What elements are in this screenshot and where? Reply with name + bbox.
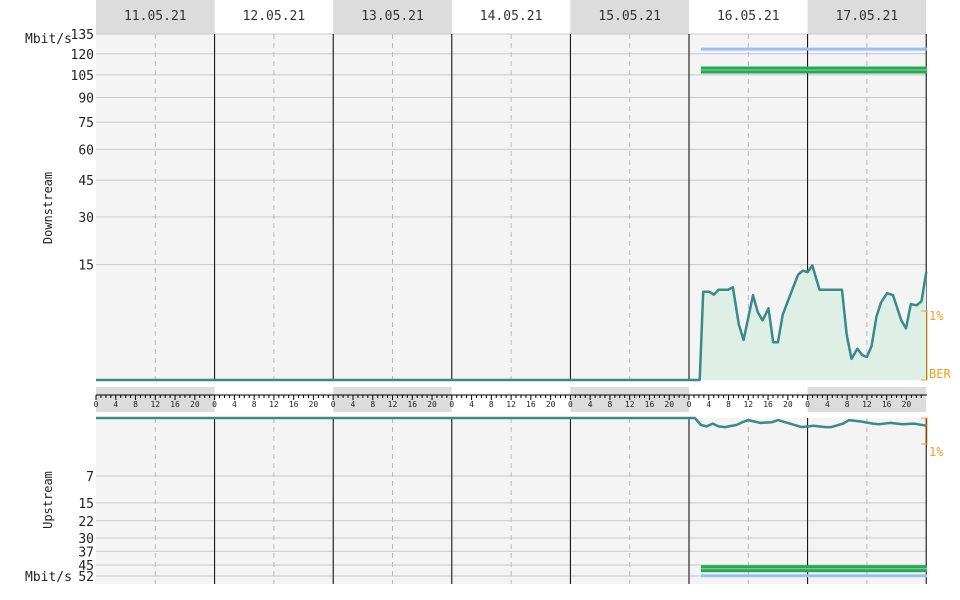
ber-top-percent-label: 1% [929,309,944,323]
hour-tick-label: 8 [608,400,613,409]
hour-tick-label: 16 [407,400,417,409]
upstream-tick-label: 7 [86,470,94,485]
downstream-tick-label: 75 [78,116,94,131]
hour-tick-label: 16 [882,400,892,409]
date-label: 16.05.21 [717,9,780,24]
hour-tick-label: 0 [94,400,99,409]
hour-tick-label: 8 [133,400,138,409]
date-label: 13.05.21 [361,9,424,24]
hour-tick-label: 20 [546,400,556,409]
hour-tick-label: 8 [370,400,375,409]
downstream-tick-label: 90 [78,91,94,106]
hour-tick-label: 4 [706,400,711,409]
hour-tick-label: 12 [743,400,753,409]
unit-label-top: Mbit/s [25,32,72,47]
ber-label: BER [929,367,951,381]
upstream-axis-title: Upstream [41,471,55,529]
hour-tick-label: 16 [289,400,299,409]
downstream-tick-label: 135 [71,28,94,43]
downstream-tick-label: 30 [78,211,94,226]
date-label: 17.05.21 [836,9,899,24]
hour-tick-label: 4 [825,400,830,409]
day-labels: 11.05.21 12.05.21 13.05.21 14.05.21 15.05.21… [124,9,898,24]
hour-tick-label: 8 [489,400,494,409]
hour-tick-label: 8 [726,400,731,409]
hour-tick-label: 16 [645,400,655,409]
hour-tick-label: 0 [449,400,454,409]
date-label: 15.05.21 [598,9,661,24]
hour-tick-label: 8 [252,400,257,409]
downstream-tick-label: 60 [78,143,94,158]
downstream-axis-title: Downstream [41,172,55,244]
upstream-tick-label: 15 [78,497,94,512]
unit-label-bottom: Mbit/s [25,570,72,585]
hour-tick-label: 12 [625,400,635,409]
hour-tick-label: 4 [351,400,356,409]
hour-tick-label: 12 [269,400,279,409]
date-label: 11.05.21 [124,9,187,24]
hour-tick-label: 20 [309,400,319,409]
downstream-tick-label: 105 [71,69,94,84]
hour-tick-label: 20 [783,400,793,409]
hour-tick-label: 12 [150,400,160,409]
downstream-tick-label: 15 [78,259,94,274]
date-label: 12.05.21 [243,9,306,24]
hour-tick-label: 20 [902,400,912,409]
hour-tick-label: 8 [845,400,850,409]
hour-tick-label: 4 [113,400,118,409]
hour-tick-label: 20 [664,400,674,409]
hour-tick-label: 4 [232,400,237,409]
hour-tick-label: 0 [687,400,692,409]
downstream-tick-label: 45 [78,174,94,189]
downstream-tick-label: 120 [71,48,94,63]
upstream-tick-label: 22 [78,515,94,530]
hour-tick-label: 16 [170,400,180,409]
hour-tick-label: 0 [805,400,810,409]
hour-tick-label: 4 [469,400,474,409]
hour-tick-label: 0 [568,400,573,409]
hour-tick-label: 20 [190,400,200,409]
hour-tick-label: 12 [388,400,398,409]
date-label: 14.05.21 [480,9,543,24]
upstream-tick-label: 52 [78,570,94,585]
hour-tick-label: 12 [506,400,516,409]
hour-tick-label: 0 [331,400,336,409]
ber-bottom-percent-label: 1% [929,445,944,459]
dsl-stats-chart: 11.05.21 12.05.21 13.05.21 14.05.21 15.05.21… [25,0,951,585]
hour-tick-label: 20 [427,400,437,409]
hour-tick-label: 16 [763,400,773,409]
hour-tick-label: 16 [526,400,536,409]
hour-tick-label: 0 [212,400,217,409]
hour-tick-label: 4 [588,400,593,409]
hour-tick-label: 12 [862,400,872,409]
